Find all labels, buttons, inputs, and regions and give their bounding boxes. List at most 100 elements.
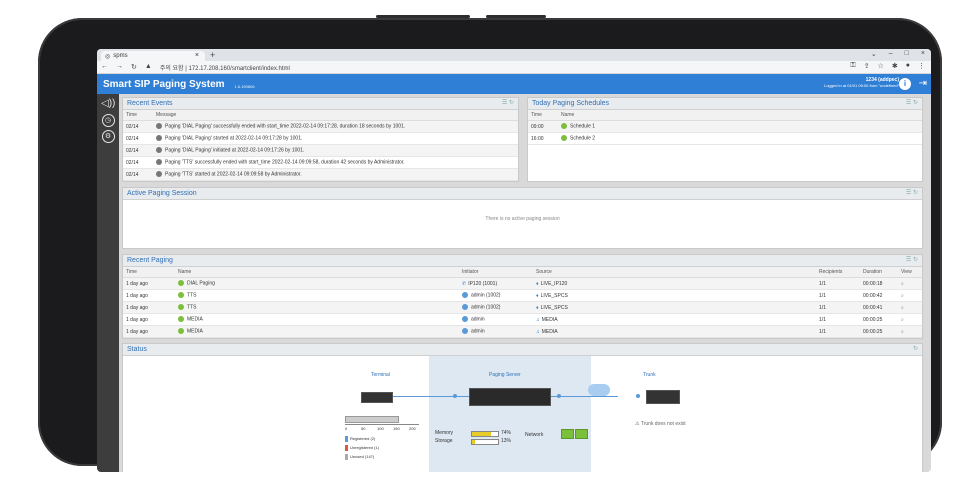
network-port-icon bbox=[561, 429, 574, 439]
clock-icon[interactable]: ◷ bbox=[101, 114, 115, 127]
column-header[interactable]: Time bbox=[123, 267, 175, 278]
maximize-icon[interactable]: □ bbox=[905, 50, 909, 58]
tab-title: spms bbox=[113, 53, 128, 59]
logout-icon[interactable]: ⇥ bbox=[919, 78, 927, 89]
trunk-device-icon[interactable] bbox=[646, 390, 680, 404]
mic-icon: ♦ bbox=[536, 304, 539, 311]
browser-tab[interactable]: ◎ spms × bbox=[101, 51, 205, 61]
phone-frame: ◎ spms × + ⌄ – □ × ← → ↻ ▲ 주의 요함 | 172.1… bbox=[38, 15, 942, 472]
close-window-icon[interactable]: × bbox=[921, 50, 925, 58]
status-panel: Status ↻ Terminal Paging Server Trunk 0 … bbox=[122, 343, 923, 472]
memory-fill bbox=[472, 432, 492, 436]
success-icon bbox=[178, 304, 184, 311]
refresh-icon[interactable]: ☰ ↻ bbox=[906, 188, 918, 199]
column-header[interactable]: Recipients bbox=[816, 267, 860, 278]
axis-tick: 50 bbox=[361, 426, 366, 431]
screen: ◎ spms × + ⌄ – □ × ← → ↻ ▲ 주의 요함 | 172.1… bbox=[97, 49, 931, 472]
network-label: Network bbox=[525, 432, 544, 438]
minimize-icon[interactable]: – bbox=[889, 50, 893, 58]
legend-swatch bbox=[345, 436, 348, 442]
legend-swatch bbox=[345, 445, 348, 451]
panel-title: Recent Events ☰ ↻ bbox=[123, 98, 518, 110]
user-icon[interactable]: i bbox=[899, 78, 911, 90]
extensions-icon[interactable]: ✱ bbox=[892, 62, 898, 70]
connector-dot bbox=[453, 394, 457, 398]
table-row[interactable]: 02/14 Paging 'TTS' started at 2022-02-14 … bbox=[123, 168, 518, 181]
panel-title: Recent Paging ☰ ↻ bbox=[123, 255, 922, 267]
server-device-icon[interactable] bbox=[469, 388, 551, 406]
column-header[interactable]: Source bbox=[533, 267, 816, 278]
new-tab-button[interactable]: + bbox=[210, 50, 215, 60]
key-icon[interactable]: ⚿ bbox=[850, 62, 855, 70]
active-session-panel: Active Paging Session ☰ ↻ There is no ac… bbox=[122, 187, 923, 249]
refresh-icon[interactable]: ☰ ↻ bbox=[906, 255, 918, 266]
recent-paging-panel: Recent Paging ☰ ↻ Time Name Initiator So… bbox=[122, 254, 923, 339]
share-icon[interactable]: ⇪ bbox=[864, 62, 870, 70]
info-icon bbox=[156, 135, 162, 142]
column-header[interactable]: Name bbox=[175, 267, 459, 278]
search-icon[interactable]: ⌕ bbox=[901, 317, 904, 323]
profile-icon[interactable]: ● bbox=[906, 62, 910, 70]
table-row[interactable]: 1 day ago MEDIA admin ♫ MEDIA 1/1 00:00:2… bbox=[123, 325, 922, 338]
column-header[interactable]: Duration bbox=[860, 267, 898, 278]
search-icon[interactable]: ⌕ bbox=[901, 281, 904, 287]
globe-icon: ◎ bbox=[105, 53, 111, 60]
schedule-icon bbox=[561, 123, 567, 130]
table-row[interactable]: 1 day ago DIAL Paging ✆ IP120 (1001) ♦ LIV… bbox=[123, 277, 922, 290]
table-row[interactable]: 16:00 Schedule 2 bbox=[528, 132, 922, 145]
back-icon[interactable]: ← bbox=[101, 63, 108, 71]
star-icon[interactable]: ☆ bbox=[878, 62, 884, 70]
column-header[interactable]: Name bbox=[558, 110, 922, 121]
column-header[interactable]: Time bbox=[123, 110, 153, 121]
refresh-icon[interactable]: ↻ bbox=[913, 344, 918, 355]
reload-icon[interactable]: ↻ bbox=[131, 63, 137, 71]
axis-tick: 0 bbox=[345, 426, 348, 431]
schedules-panel: Today Paging Schedules ☰ ↻ Time Name 09:0… bbox=[527, 97, 923, 182]
schedule-icon bbox=[561, 135, 567, 142]
app-body: ◁)) ◷ ⚙ Recent Events ☰ ↻ Time Message 02… bbox=[97, 94, 931, 472]
table-row[interactable]: 1 day ago TTS admin (1002) ♦ LIVE_SPCS 1/… bbox=[123, 289, 922, 302]
table-row[interactable]: 02/14 Paging 'DIAL Paging' initiated at 2… bbox=[123, 144, 518, 157]
search-icon[interactable]: ⌕ bbox=[901, 293, 904, 299]
terminal-legend: Registered (2) Unregistered (1) Unused (… bbox=[345, 436, 379, 460]
chevron-down-icon[interactable]: ⌄ bbox=[871, 50, 877, 58]
trunk-note: ⚠ Trunk does not exist bbox=[635, 421, 686, 427]
close-tab-icon[interactable]: × bbox=[195, 52, 199, 59]
column-header[interactable]: Time bbox=[528, 110, 558, 121]
axis-line bbox=[345, 424, 419, 425]
network-port-icon bbox=[575, 429, 588, 439]
server-label: Paging Server bbox=[489, 372, 521, 378]
table-row[interactable]: 02/14 Paging 'DIAL Paging' successfully e… bbox=[123, 120, 518, 133]
menu-icon[interactable]: ⋮ bbox=[918, 62, 925, 70]
table-row[interactable]: 1 day ago TTS admin (1002) ♦ LIVE_SPCS 1/… bbox=[123, 301, 922, 314]
table-row[interactable]: 09:00 Schedule 1 bbox=[528, 120, 922, 133]
app-title: Smart SIP Paging System bbox=[103, 79, 225, 90]
browser-tab-bar: ◎ spms × + ⌄ – □ × bbox=[97, 49, 931, 61]
forward-icon[interactable]: → bbox=[116, 63, 123, 71]
search-icon[interactable]: ⌕ bbox=[901, 305, 904, 311]
address-bar: ← → ↻ ▲ 주의 요함 | 172.17.208.160/smartclie… bbox=[97, 61, 931, 74]
paging-icon[interactable]: ◁)) bbox=[101, 97, 115, 111]
phone-side-button bbox=[376, 15, 470, 18]
refresh-icon[interactable]: ☰ ↻ bbox=[502, 98, 514, 109]
app-header: Smart SIP Paging System 1.6.190806 1234 … bbox=[97, 74, 931, 95]
url-field[interactable]: 주의 요함 | 172.17.208.160/smartclient/index… bbox=[160, 63, 290, 72]
memory-label: Memory bbox=[435, 430, 454, 436]
connector-dot bbox=[636, 394, 640, 398]
gear-icon[interactable]: ⚙ bbox=[101, 130, 115, 143]
column-header[interactable]: View bbox=[898, 267, 922, 278]
table-row[interactable]: 1 day ago MEDIA admin ♫ MEDIA 1/1 00:00:2… bbox=[123, 313, 922, 326]
warning-icon[interactable]: ▲ bbox=[145, 63, 152, 71]
search-icon[interactable]: ⌕ bbox=[901, 329, 904, 335]
info-icon bbox=[156, 123, 162, 130]
empty-message: There is no active paging session bbox=[485, 216, 560, 222]
table-row[interactable]: 02/14 Paging 'TTS' successfully ended wit… bbox=[123, 156, 518, 169]
refresh-icon[interactable]: ☰ ↻ bbox=[906, 98, 918, 109]
globe-icon bbox=[462, 328, 468, 335]
terminal-device-icon[interactable] bbox=[361, 392, 393, 403]
app-version: 1.6.190806 bbox=[234, 83, 255, 89]
column-header[interactable]: Initiator bbox=[459, 267, 533, 278]
table-row[interactable]: 02/14 Paging 'DIAL Paging' started at 202… bbox=[123, 132, 518, 145]
column-header[interactable]: Message bbox=[153, 110, 518, 121]
status-diagram: Terminal Paging Server Trunk 0 50 100 15… bbox=[123, 356, 922, 472]
